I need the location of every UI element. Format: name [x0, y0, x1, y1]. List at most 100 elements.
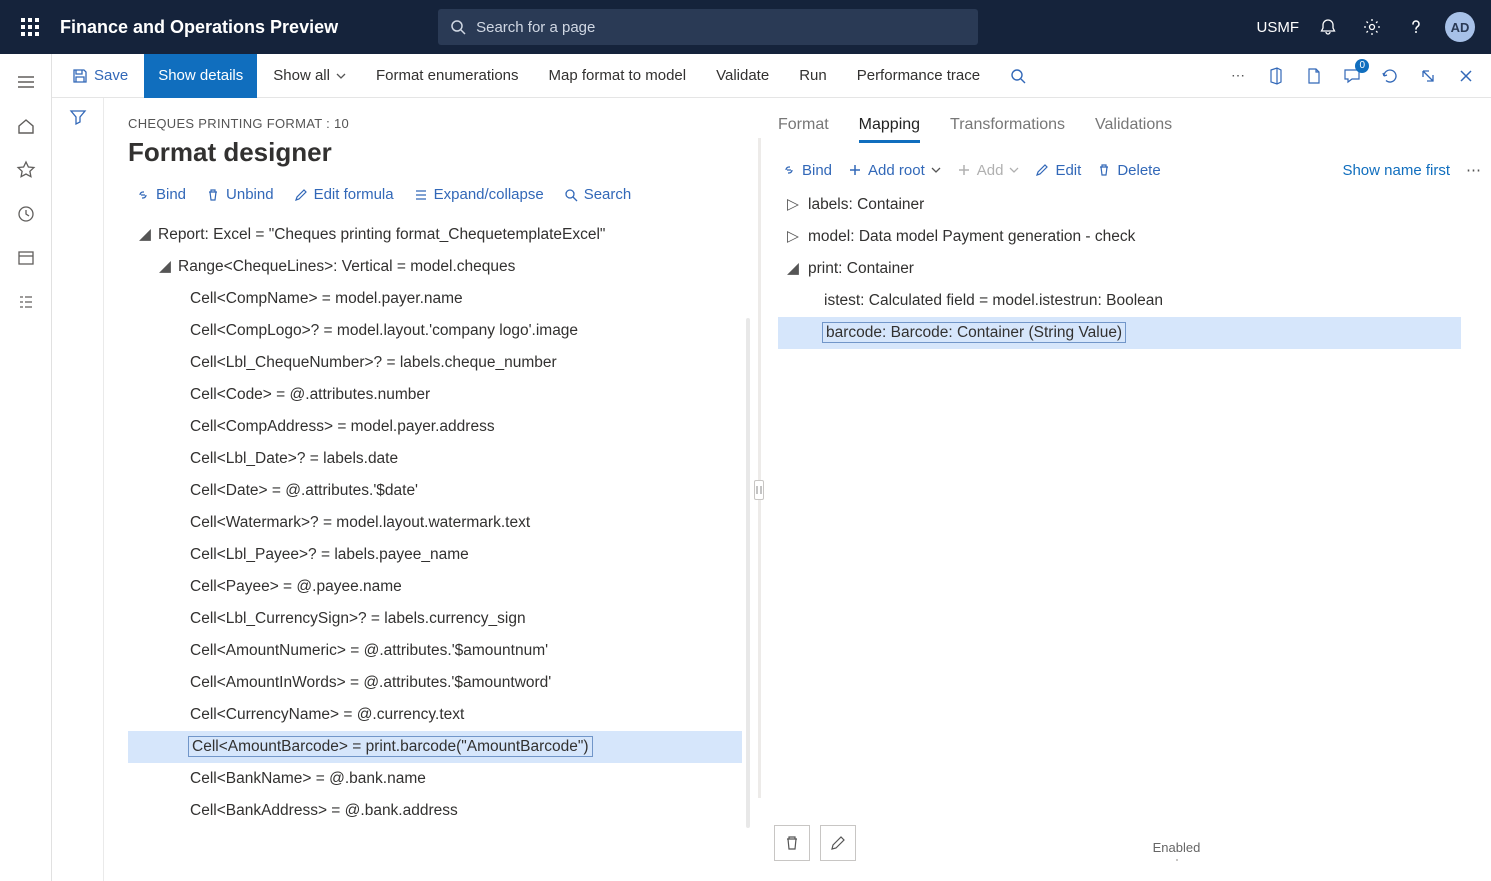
tree-row[interactable]: Cell<Lbl_CurrencySign>? = labels.currenc… [128, 603, 742, 635]
pencil-icon [294, 188, 308, 202]
splitter[interactable] [752, 98, 766, 881]
tree-row[interactable]: Cell<Lbl_Payee>? = labels.payee_name [128, 539, 742, 571]
tree-row[interactable]: ◢print: Container [778, 253, 1481, 285]
enabled-label: Enabled [1153, 840, 1201, 855]
notification-icon[interactable] [1313, 12, 1343, 42]
global-search[interactable]: Search for a page [438, 9, 978, 45]
tree-row[interactable]: Cell<BankName> = @.bank.name [128, 763, 742, 795]
top-bar: Finance and Operations Preview Search fo… [0, 0, 1491, 54]
tree-row[interactable]: ▷model: Data model Payment generation - … [778, 221, 1481, 253]
tree-row[interactable]: ▷labels: Container [778, 189, 1481, 221]
tree-row[interactable]: Cell<Watermark>? = model.layout.watermar… [128, 507, 742, 539]
map-bind-button[interactable]: Bind [782, 162, 832, 179]
splitter-grip-icon[interactable] [754, 480, 764, 500]
chevron-down-icon [336, 71, 346, 81]
format-enumerations-button[interactable]: Format enumerations [362, 54, 533, 98]
show-name-first-button[interactable]: Show name first [1342, 162, 1450, 179]
run-button[interactable]: Run [785, 54, 841, 98]
user-avatar[interactable]: AD [1445, 12, 1475, 42]
bind-button[interactable]: Bind [136, 186, 186, 203]
tab-format[interactable]: Format [778, 116, 829, 143]
hamburger-icon[interactable] [6, 62, 46, 102]
tree-row[interactable]: Cell<Code> = @.attributes.number [128, 379, 742, 411]
command-bar: Save Show details Show all Format enumer… [52, 54, 1491, 98]
tree-row[interactable]: Cell<AmountInWords> = @.attributes.'$amo… [128, 667, 742, 699]
tree-row-selected[interactable]: barcode: Barcode: Container (String Valu… [778, 317, 1461, 349]
mapping-tree[interactable]: ▷labels: Container ▷model: Data model Pa… [774, 189, 1481, 349]
tree-row[interactable]: Cell<CompAddress> = model.payer.address [128, 411, 742, 443]
tree-row[interactable]: Cell<Date> = @.attributes.'$date' [128, 475, 742, 507]
tree-row[interactable]: Cell<CurrencyName> = @.currency.text [128, 699, 742, 731]
map-format-button[interactable]: Map format to model [535, 54, 701, 98]
search-icon [564, 188, 578, 202]
format-tree-pane: CHEQUES PRINTING FORMAT : 10 Format desi… [104, 98, 752, 881]
tab-validations[interactable]: Validations [1095, 116, 1172, 143]
tree-row[interactable]: Cell<AmountNumeric> = @.attributes.'$amo… [128, 635, 742, 667]
format-tree[interactable]: ◢Report: Excel = "Cheques printing forma… [128, 213, 742, 827]
link-icon [782, 163, 796, 177]
save-label: Save [94, 67, 128, 84]
tab-mapping[interactable]: Mapping [859, 116, 920, 143]
tree-row-selected[interactable]: Cell<AmountBarcode> = print.barcode("Amo… [128, 731, 742, 763]
tree-row[interactable]: Cell<Payee> = @.payee.name [128, 571, 742, 603]
add-root-button[interactable]: Add root [848, 162, 941, 179]
star-icon[interactable] [6, 150, 46, 190]
search-placeholder: Search for a page [476, 19, 595, 36]
refresh-icon[interactable] [1377, 63, 1403, 89]
show-all-button[interactable]: Show all [259, 54, 360, 98]
office-icon[interactable] [1263, 63, 1289, 89]
expand-collapse-button[interactable]: Expand/collapse [414, 186, 544, 203]
app-launcher-icon[interactable] [8, 18, 52, 36]
unbind-button[interactable]: Unbind [206, 186, 274, 203]
save-button[interactable]: Save [58, 54, 142, 98]
company-code[interactable]: USMF [1257, 12, 1300, 42]
edit-formula-button[interactable]: Edit formula [294, 186, 394, 203]
recent-icon[interactable] [6, 194, 46, 234]
modules-icon[interactable] [6, 282, 46, 322]
workspace-icon[interactable] [6, 238, 46, 278]
chevron-down-icon [931, 165, 941, 175]
right-tabs: Format Mapping Transformations Validatio… [774, 116, 1481, 151]
delete-footer-button[interactable] [774, 825, 810, 861]
delete-button[interactable]: Delete [1097, 162, 1160, 179]
search-icon [1010, 68, 1026, 84]
page-search-button[interactable] [996, 54, 1040, 98]
help-icon[interactable] [1401, 12, 1431, 42]
edit-button[interactable]: Edit [1035, 162, 1081, 179]
close-icon[interactable] [1453, 63, 1479, 89]
list-icon [414, 188, 428, 202]
show-details-button[interactable]: Show details [144, 54, 257, 98]
overflow-icon[interactable]: ⋯ [1225, 63, 1251, 89]
enabled-input[interactable] [1176, 859, 1178, 861]
save-icon [72, 68, 88, 84]
tree-row[interactable]: Cell<CompLogo>? = model.layout.'company … [128, 315, 742, 347]
search-icon [450, 19, 466, 35]
tree-row[interactable]: istest: Calculated field = model.istestr… [778, 285, 1481, 317]
page-title: Format designer [128, 137, 742, 168]
trash-icon [1097, 163, 1111, 177]
popout-icon[interactable] [1415, 63, 1441, 89]
tab-transformations[interactable]: Transformations [950, 116, 1065, 143]
edit-footer-button[interactable] [820, 825, 856, 861]
overflow-icon[interactable]: ⋯ [1466, 161, 1481, 179]
tree-row[interactable]: ◢Report: Excel = "Cheques printing forma… [128, 219, 742, 251]
filter-icon[interactable] [69, 108, 87, 881]
add-button: Add [957, 162, 1020, 179]
home-icon[interactable] [6, 106, 46, 146]
filter-gutter [52, 98, 104, 881]
performance-trace-button[interactable]: Performance trace [843, 54, 994, 98]
tree-row[interactable]: Cell<CompName> = model.payer.name [128, 283, 742, 315]
attach-icon[interactable] [1301, 63, 1327, 89]
messages-icon[interactable]: 0 [1339, 63, 1365, 89]
tree-row[interactable]: Cell<Lbl_Date>? = labels.date [128, 443, 742, 475]
gear-icon[interactable] [1357, 12, 1387, 42]
scrollbar[interactable] [746, 318, 750, 828]
mapping-pane: Format Mapping Transformations Validatio… [766, 98, 1491, 881]
tree-row[interactable]: Cell<BankAddress> = @.bank.address [128, 795, 742, 827]
tree-search-button[interactable]: Search [564, 186, 632, 203]
tree-row[interactable]: ◢Range<ChequeLines>: Vertical = model.ch… [128, 251, 742, 283]
validate-button[interactable]: Validate [702, 54, 783, 98]
tree-row[interactable]: Cell<Lbl_ChequeNumber>? = labels.cheque_… [128, 347, 742, 379]
trash-icon [784, 835, 800, 851]
plus-icon [957, 163, 971, 177]
